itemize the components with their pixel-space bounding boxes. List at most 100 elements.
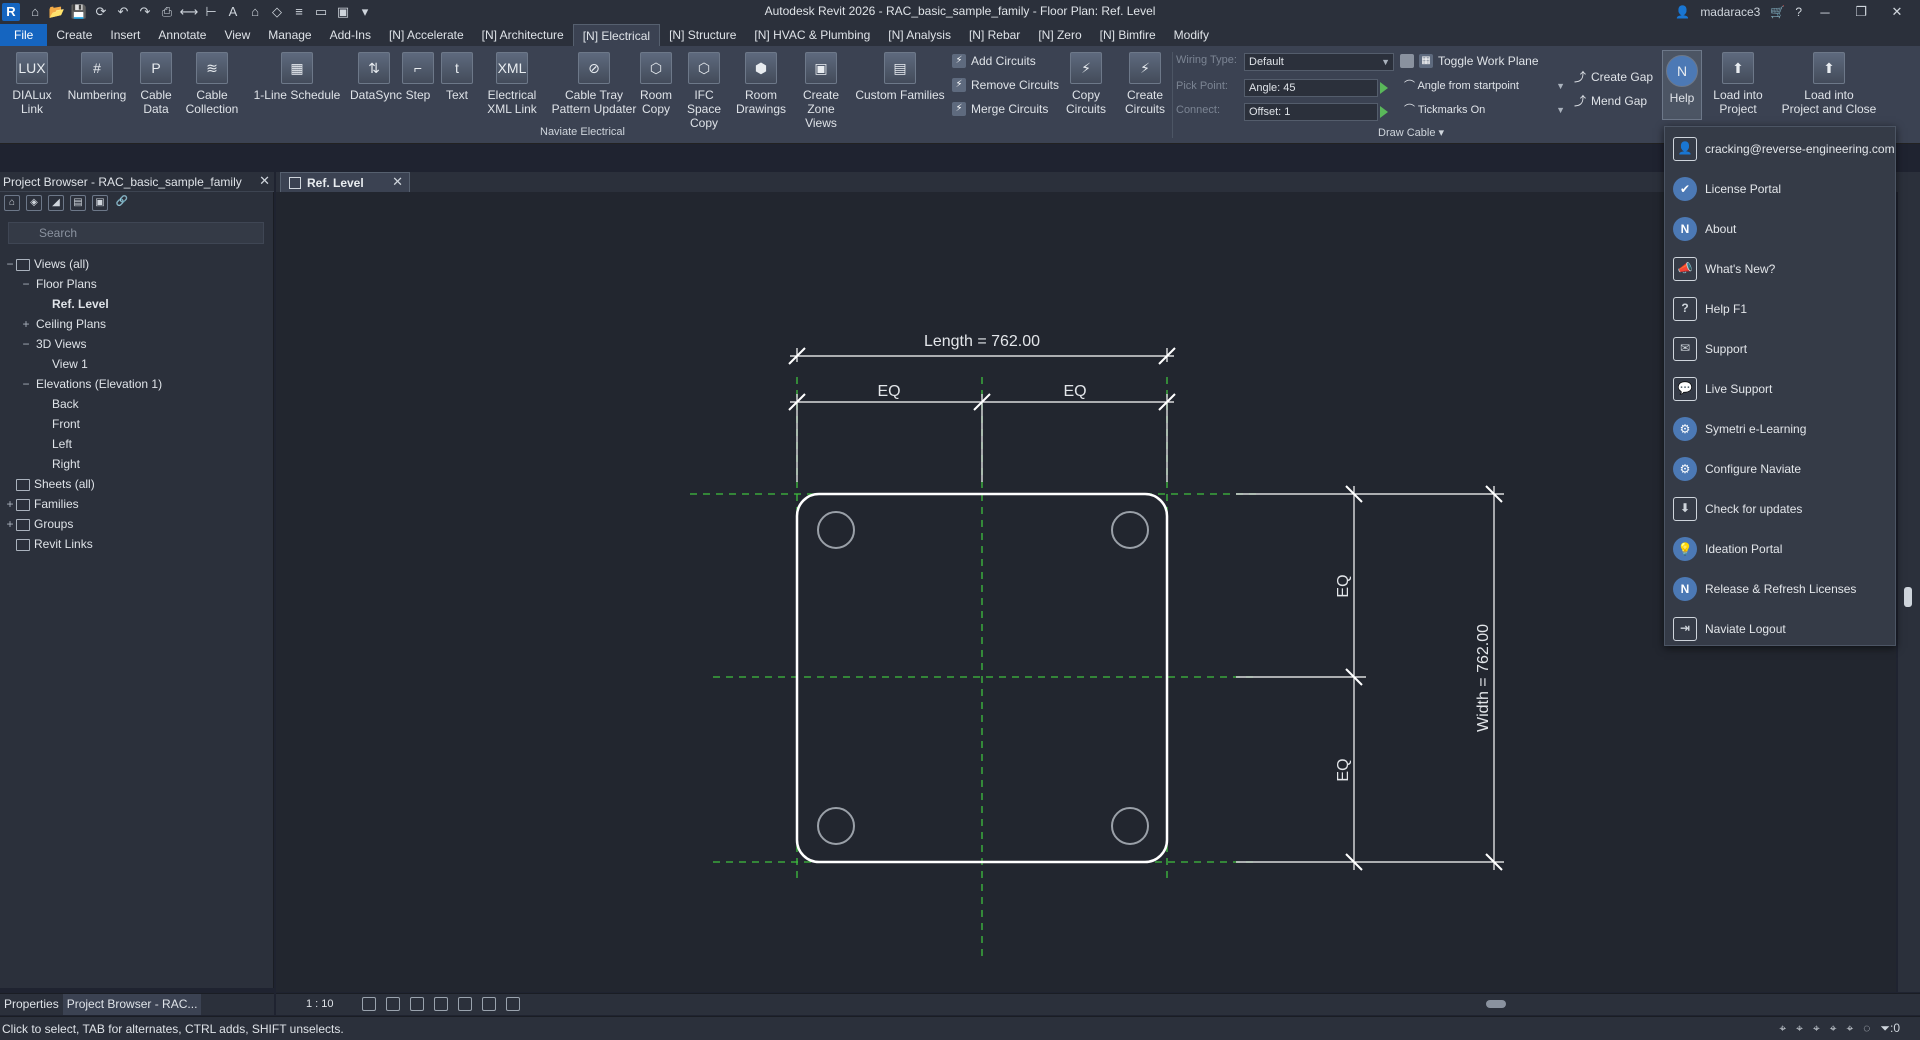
tab-ref-level[interactable]: Ref. Level ✕ [280, 172, 410, 192]
help-menu-item-configure-naviate[interactable]: ⚙ Configure Naviate [1665, 449, 1895, 489]
angle-input[interactable]: Angle: 45 [1244, 79, 1378, 97]
view-scale[interactable]: 1 : 10 [306, 998, 334, 1010]
default-3d-view-icon[interactable]: ⌂ [244, 1, 266, 23]
tab-file[interactable]: File [0, 24, 48, 46]
numbering-button[interactable]: # Numbering [64, 52, 130, 102]
eq-label-bottom[interactable]: EQ [1335, 758, 1352, 781]
filter-icon[interactable]: ⏷:0 [1880, 1021, 1900, 1036]
apply-angle-icon[interactable] [1380, 82, 1388, 94]
print-icon[interactable]: ⎙ [156, 1, 178, 23]
close-window-icon[interactable]: ✕ [1884, 4, 1910, 20]
help-menu-item-license-portal[interactable]: ✔ License Portal [1665, 169, 1895, 209]
bolt-hole[interactable] [817, 807, 855, 845]
help-menu-item-help-f1[interactable]: ? Help F1 [1665, 289, 1895, 329]
step-button[interactable]: ⌐ Step [400, 52, 436, 102]
restore-icon[interactable]: ❐ [1848, 4, 1874, 20]
tree-item-3d-views[interactable]: −3D Views [20, 334, 86, 354]
tab-n-zero[interactable]: [N] Zero [1029, 24, 1090, 46]
tree-item-ref-level[interactable]: Ref. Level [36, 294, 109, 314]
show-crop-icon[interactable] [482, 997, 496, 1011]
tickmarks-select[interactable]: ⌒ Tickmarks On ▼ [1400, 102, 1568, 120]
ifc-space-copy-button[interactable]: ⬡ IFC Space Copy [676, 52, 732, 130]
home-icon[interactable]: ⌂ [24, 1, 46, 23]
create-gap-button[interactable]: ⤴ Create Gap [1574, 68, 1653, 85]
dialux-link-button[interactable]: LUX DIALux Link [8, 52, 56, 116]
family-icon[interactable]: ▣ [92, 195, 108, 211]
bolt-hole[interactable] [1111, 807, 1149, 845]
help-button[interactable]: N Help [1662, 50, 1702, 120]
detail-level-icon[interactable] [362, 997, 376, 1011]
tab-manage[interactable]: Manage [259, 24, 320, 46]
tree-item-front[interactable]: Front [36, 414, 80, 434]
eq-label-top[interactable]: EQ [1335, 574, 1352, 597]
background-process-icon[interactable]: ◌ [1863, 1021, 1870, 1036]
tree-item-revit-links[interactable]: Revit Links [4, 534, 93, 554]
datasync-button[interactable]: ⇅ DataSync [350, 52, 402, 102]
help-menu-item-what-s-new[interactable]: 📣 What's New? [1665, 249, 1895, 289]
merge-circuits-button[interactable]: ⚡ Merge Circuits [952, 102, 1048, 116]
collapse-icon[interactable]: − [20, 374, 32, 394]
expand-icon[interactable]: + [4, 514, 16, 534]
eq-label-left[interactable]: EQ [877, 383, 900, 400]
add-circuits-button[interactable]: ⚡ Add Circuits [952, 54, 1036, 68]
tree-item-sheets-all[interactable]: Sheets (all) [4, 474, 95, 494]
wiring-type-select[interactable]: Default ▼ [1244, 53, 1394, 71]
undo-icon[interactable]: ↶ [112, 1, 134, 23]
sun-path-icon[interactable] [410, 997, 424, 1011]
select-underlay-icon[interactable]: ⌖ [1796, 1021, 1803, 1036]
user-icon[interactable]: 👤 [1675, 5, 1690, 19]
cable-tray-pattern-updater-button[interactable]: ⊘ Cable Tray Pattern Updater [548, 52, 640, 116]
tab-insert[interactable]: Insert [101, 24, 149, 46]
tab-n-architecture[interactable]: [N] Architecture [473, 24, 573, 46]
toggle-work-plane-button[interactable]: ▦ Toggle Work Plane [1400, 54, 1539, 68]
bolt-hole[interactable] [817, 511, 855, 549]
help-menu-item-cracking-reverse-engineering-com[interactable]: 👤 cracking@reverse-engineering.com [1665, 129, 1895, 169]
revit-logo-icon[interactable]: R [2, 3, 20, 21]
close-icon[interactable]: ✕ [259, 173, 270, 189]
draw-cable-panel-label[interactable]: Draw Cable ▾ [1378, 126, 1444, 139]
help-circle-icon[interactable]: ? [1795, 5, 1802, 19]
create-circuits-button[interactable]: ⚡ Create Circuits [1120, 52, 1170, 116]
redo-icon[interactable]: ↷ [134, 1, 156, 23]
mend-gap-button[interactable]: ⤴ Mend Gap [1574, 92, 1647, 109]
thin-lines-icon[interactable]: ≡ [288, 1, 310, 23]
tab-n-structure[interactable]: [N] Structure [660, 24, 745, 46]
view-3d-icon[interactable]: ◈ [26, 195, 42, 211]
apply-offset-icon[interactable] [1380, 106, 1388, 118]
tree-item-views-all[interactable]: − Views (all) [4, 254, 89, 274]
drag-elements-icon[interactable]: ⌖ [1846, 1021, 1853, 1036]
tree-item-ceiling-plans[interactable]: + Ceiling Plans [20, 314, 106, 334]
width-dimension-text[interactable]: Width = 762.00 [1475, 624, 1492, 732]
cable-data-button[interactable]: P Cable Data [138, 52, 174, 116]
select-by-face-icon[interactable]: ⌖ [1830, 1021, 1837, 1036]
minimize-icon[interactable]: ─ [1812, 5, 1838, 20]
drawing-canvas[interactable]: Length = 762.00 EQ EQ EQ EQ Width = 762.… [276, 192, 1896, 992]
offset-input[interactable]: Offset: 1 [1244, 103, 1378, 121]
create-zone-views-button[interactable]: ▣ Create Zone Views [790, 52, 852, 130]
help-menu-item-check-for-updates[interactable]: ⬇ Check for updates [1665, 489, 1895, 529]
sheet-icon[interactable]: ▤ [70, 195, 86, 211]
copy-circuits-button[interactable]: ⚡ Copy Circuits [1064, 52, 1108, 116]
select-links-icon[interactable]: ⌖ [1779, 1021, 1786, 1036]
room-copy-button[interactable]: ⬡ Room Copy [636, 52, 676, 116]
bottom-tab-properties[interactable]: Properties [0, 994, 63, 1015]
help-menu-item-symetri-e-learning[interactable]: ⚙ Symetri e-Learning [1665, 409, 1895, 449]
crop-view-icon[interactable] [458, 997, 472, 1011]
expand-icon[interactable]: + [4, 494, 16, 514]
expand-icon[interactable]: + [20, 314, 32, 334]
width-dimension[interactable] [1236, 485, 1504, 871]
tree-item-back[interactable]: Back [36, 394, 79, 414]
text-button[interactable]: t Text [440, 52, 474, 102]
cable-collection-button[interactable]: ≋ Cable Collection [180, 52, 244, 116]
customize-toolbar-icon[interactable]: ▾ [354, 1, 376, 23]
electrical-xml-link-button[interactable]: XML Electrical XML Link [484, 52, 540, 116]
switch-windows-icon[interactable]: ▣ [332, 1, 354, 23]
help-menu-item-naviate-logout[interactable]: ⇥ Naviate Logout [1665, 609, 1895, 649]
project-browser-search-input[interactable]: Search [8, 222, 264, 244]
help-menu-item-about[interactable]: N About [1665, 209, 1895, 249]
length-dimension-text[interactable]: Length = 762.00 [924, 333, 1040, 350]
tab-view[interactable]: View [215, 24, 259, 46]
1-line-schedule-button[interactable]: ▦ 1-Line Schedule [252, 52, 342, 102]
load-into-project-button[interactable]: ⬆ Load into Project [1708, 52, 1768, 116]
shadows-icon[interactable] [434, 997, 448, 1011]
